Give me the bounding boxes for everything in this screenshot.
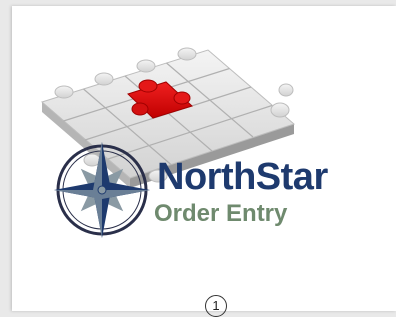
brand-name: NorthStar: [157, 156, 328, 198]
page-number: 1: [205, 295, 227, 317]
brand-subtitle: Order Entry: [154, 200, 288, 227]
slide-page: NorthStar Order Entry 1: [12, 6, 396, 317]
compass-rose-icon: [54, 142, 150, 238]
